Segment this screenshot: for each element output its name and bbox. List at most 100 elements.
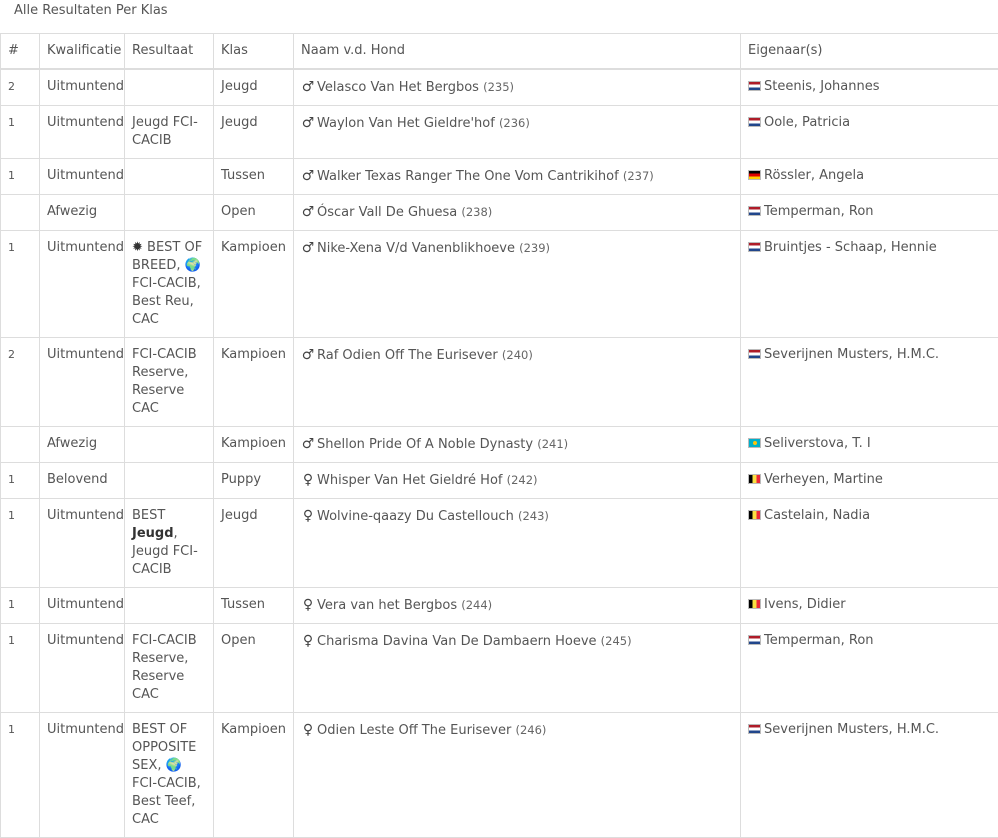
- result-text: FCI-CACIB, Best Teef, CAC: [132, 776, 201, 827]
- dog-name-link[interactable]: Vera van het Bergbos: [317, 598, 457, 613]
- results-body: 2UitmuntendJeugd♂Velasco Van Het Bergbos…: [1, 69, 998, 838]
- dog-name-link[interactable]: Velasco Van Het Bergbos: [317, 80, 479, 95]
- flag-nl-icon: [748, 206, 761, 216]
- dog-cell: ♀Wolvine-qaazy Du Castellouch (243): [294, 499, 741, 588]
- flag-kz-icon: [748, 438, 761, 448]
- flag-de-icon: [748, 170, 761, 180]
- owner-name: Bruintjes - Schaap, Hennie: [764, 240, 937, 255]
- best-of-breed-icon: ✹: [132, 240, 143, 255]
- qualification-cell: Uitmuntend: [40, 69, 125, 106]
- qualification-cell: Uitmuntend: [40, 106, 125, 159]
- female-icon: ♀: [301, 507, 315, 525]
- result-cell: BEST Jeugd, Jeugd FCI-CACIB: [125, 499, 214, 588]
- catalog-number: (235): [483, 80, 514, 94]
- result-cell: BEST OF OPPOSITE SEX, 🌍 FCI-CACIB, Best …: [125, 713, 214, 838]
- rank-cell: [1, 427, 40, 463]
- globe-icon: 🌍: [185, 258, 201, 273]
- table-row: 1Uitmuntend✹ BEST OF BREED, 🌍 FCI-CACIB,…: [1, 231, 998, 338]
- class-cell: Kampioen: [214, 231, 294, 338]
- male-icon: ♂: [301, 435, 315, 453]
- table-row: 1UitmuntendBEST Jeugd, Jeugd FCI-CACIBJe…: [1, 499, 998, 588]
- qualification-cell: Uitmuntend: [40, 624, 125, 713]
- result-cell: ✹ BEST OF BREED, 🌍 FCI-CACIB, Best Reu, …: [125, 231, 214, 338]
- table-row: AfwezigKampioen♂Shellon Pride Of A Noble…: [1, 427, 998, 463]
- owner-name: Severijnen Musters, H.M.C.: [764, 347, 939, 362]
- result-cell: FCI-CACIB Reserve, Reserve CAC: [125, 624, 214, 713]
- flag-nl-icon: [748, 349, 761, 359]
- header-class[interactable]: Klas: [214, 34, 294, 70]
- male-icon: ♂: [301, 78, 315, 96]
- dog-name-link[interactable]: Óscar Vall De Ghuesa: [317, 205, 457, 220]
- header-owner[interactable]: Eigenaar(s): [741, 34, 998, 70]
- dog-name-link[interactable]: Shellon Pride Of A Noble Dynasty: [317, 437, 533, 452]
- owner-name: Temperman, Ron: [764, 204, 874, 219]
- owner-name: Severijnen Musters, H.M.C.: [764, 722, 939, 737]
- globe-icon: 🌍: [166, 758, 182, 773]
- rank-cell: 1: [1, 106, 40, 159]
- dog-name-link[interactable]: Wolvine-qaazy Du Castellouch: [317, 509, 514, 524]
- table-row: 2UitmuntendJeugd♂Velasco Van Het Bergbos…: [1, 69, 998, 106]
- dog-name-link[interactable]: Odien Leste Off The Eurisever: [317, 723, 511, 738]
- qualification-cell: Uitmuntend: [40, 159, 125, 195]
- result-cell: [125, 427, 214, 463]
- rank-cell: 1: [1, 713, 40, 838]
- catalog-number: (245): [601, 634, 632, 648]
- catalog-number: (239): [519, 241, 550, 255]
- male-icon: ♂: [301, 203, 315, 221]
- qualification-cell: Uitmuntend: [40, 713, 125, 838]
- dog-name-link[interactable]: Raf Odien Off The Eurisever: [317, 348, 498, 363]
- flag-nl-icon: [748, 724, 761, 734]
- rank-cell: 2: [1, 69, 40, 106]
- owner-name: Rössler, Angela: [764, 168, 864, 183]
- rank-cell: [1, 195, 40, 231]
- dog-name-link[interactable]: Waylon Van Het Gieldre'hof: [317, 116, 495, 131]
- result-text: FCI-CACIB Reserve, Reserve CAC: [132, 633, 197, 702]
- header-rank[interactable]: #: [1, 34, 40, 70]
- owner-cell: Steenis, Johannes: [741, 69, 998, 106]
- flag-be-icon: [748, 510, 761, 520]
- result-cell: [125, 69, 214, 106]
- catalog-number: (238): [461, 205, 492, 219]
- result-text: Jeugd FCI-CACIB: [132, 115, 198, 148]
- rank-cell: 1: [1, 159, 40, 195]
- dog-name-link[interactable]: Nike-Xena V/d Vanenblikhoeve: [317, 241, 515, 256]
- catalog-number: (244): [461, 598, 492, 612]
- owner-cell: Temperman, Ron: [741, 195, 998, 231]
- catalog-number: (241): [537, 437, 568, 451]
- dog-name-link[interactable]: Charisma Davina Van De Dambaern Hoeve: [317, 634, 597, 649]
- result-cell: [125, 588, 214, 624]
- rank-cell: 1: [1, 499, 40, 588]
- header-qualification[interactable]: Kwalificatie: [40, 34, 125, 70]
- catalog-number: (242): [507, 473, 538, 487]
- dog-cell: ♀Odien Leste Off The Eurisever (246): [294, 713, 741, 838]
- result-cell: FCI-CACIB Reserve, Reserve CAC: [125, 338, 214, 427]
- class-cell: Jeugd: [214, 499, 294, 588]
- dog-name-link[interactable]: Whisper Van Het Gieldré Hof: [317, 473, 502, 488]
- class-cell: Puppy: [214, 463, 294, 499]
- female-icon: ♀: [301, 471, 315, 489]
- owner-name: Temperman, Ron: [764, 633, 874, 648]
- qualification-cell: Uitmuntend: [40, 231, 125, 338]
- header-result[interactable]: Resultaat: [125, 34, 214, 70]
- table-row: AfwezigOpen♂Óscar Vall De Ghuesa (238)Te…: [1, 195, 998, 231]
- dog-name-link[interactable]: Walker Texas Ranger The One Vom Cantriki…: [317, 169, 619, 184]
- results-table: # Kwalificatie Resultaat Klas Naam v.d. …: [0, 33, 998, 838]
- flag-nl-icon: [748, 635, 761, 645]
- dog-cell: ♀Charisma Davina Van De Dambaern Hoeve (…: [294, 624, 741, 713]
- qualification-cell: Afwezig: [40, 195, 125, 231]
- catalog-number: (237): [623, 169, 654, 183]
- qualification-cell: Afwezig: [40, 427, 125, 463]
- rank-cell: 1: [1, 624, 40, 713]
- owner-cell: Seliverstova, T. I: [741, 427, 998, 463]
- dog-cell: ♂Waylon Van Het Gieldre'hof (236): [294, 106, 741, 159]
- header-dog-name[interactable]: Naam v.d. Hond: [294, 34, 741, 70]
- qualification-cell: Uitmuntend: [40, 499, 125, 588]
- dog-cell: ♀Whisper Van Het Gieldré Hof (242): [294, 463, 741, 499]
- owner-cell: Bruintjes - Schaap, Hennie: [741, 231, 998, 338]
- dog-cell: ♀Vera van het Bergbos (244): [294, 588, 741, 624]
- female-icon: ♀: [301, 596, 315, 614]
- class-cell: Kampioen: [214, 713, 294, 838]
- result-text: FCI-CACIB, Best Reu, CAC: [132, 276, 201, 327]
- male-icon: ♂: [301, 167, 315, 185]
- owner-name: Oole, Patricia: [764, 115, 850, 130]
